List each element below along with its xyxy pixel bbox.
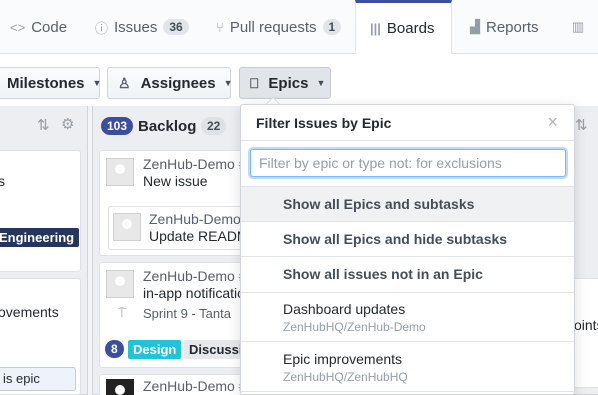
- chevron-down-icon: ▼: [316, 78, 326, 88]
- avatar: [106, 270, 134, 298]
- epics-filter-button[interactable]: ⎕ Epics ▼: [239, 67, 331, 99]
- avatar: [106, 379, 134, 395]
- issue-card[interactable]: ovements is epic: [0, 278, 81, 395]
- card-repo: ZenHub-Demo #: [143, 378, 247, 394]
- tab-pulls-label: Pull requests: [229, 18, 317, 36]
- epic-name: Epic improvements: [283, 351, 403, 367]
- dropdown-title: Filter Issues by Epic: [256, 115, 392, 131]
- epic-item[interactable]: [241, 391, 574, 394]
- tab-reports-label: Reports: [486, 18, 539, 36]
- tab-boards-label: Boards: [386, 20, 435, 37]
- epic-search-input[interactable]: [250, 149, 566, 177]
- card-repo: ZenHub-Demo #: [143, 156, 247, 172]
- graph-icon: ▟: [470, 19, 480, 34]
- boards-icon: |||: [370, 21, 381, 36]
- issues-count: 36: [163, 19, 189, 35]
- epic-filter-dropdown: Filter Issues by Epic × Show all Epics a…: [240, 104, 575, 395]
- epic-repo: ZenHubHQ/ZenHub-Demo: [283, 320, 426, 334]
- chevron-down-icon: ▼: [223, 78, 233, 88]
- repo-tab-bar: <> Code ⓘ Issues 36 ⑂ Pull requests 1 ||…: [0, 0, 598, 55]
- option-show-all-epics-subtasks[interactable]: Show all Epics and subtasks: [241, 186, 574, 221]
- tab-reports[interactable]: ▟ Reports: [470, 0, 539, 54]
- issue-icon: ⓘ: [95, 20, 109, 36]
- milestone-icon: ⍑: [118, 305, 126, 320]
- option-show-epics-hide-subtasks[interactable]: Show all Epics and hide subtasks: [241, 221, 574, 256]
- epics-filter-label: Epics: [268, 74, 309, 92]
- epic-name: Dashboard updates: [283, 301, 406, 317]
- backlog-title: Backlog: [138, 118, 197, 135]
- assignees-filter-label: Assignees: [140, 74, 216, 92]
- card-title: in-app notificatio: [143, 285, 245, 301]
- label-design: Design: [128, 340, 182, 359]
- backlog-header: 103 Backlog 22: [93, 106, 245, 146]
- tab-boards[interactable]: ||| Boards: [355, 0, 452, 55]
- dropdown-caret: [266, 97, 280, 104]
- backlog-count-badge: 103: [101, 117, 134, 135]
- close-icon[interactable]: ×: [547, 112, 558, 133]
- option-label: Show all Epics and hide subtasks: [283, 231, 508, 247]
- epic-button[interactable]: is epic: [0, 367, 76, 391]
- tab-code[interactable]: <> Code: [10, 0, 67, 54]
- avatar: [113, 213, 141, 241]
- pull-request-icon: ⑂: [216, 19, 224, 35]
- assignees-filter-button[interactable]: ♙ Assignees ▼: [107, 67, 233, 99]
- card-title: Update READM: [149, 228, 249, 244]
- backlog-pipeline: 103 Backlog 22 ZenHub-Demo # New issue Z…: [92, 106, 256, 395]
- issue-card[interactable]: ZenHub-Demo #: [99, 374, 249, 395]
- card-milestone: Sprint 9 - Tanta: [143, 306, 231, 321]
- chevron-down-icon: ▼: [92, 78, 102, 88]
- person-icon: ♙: [118, 74, 131, 91]
- card-title: s: [0, 173, 5, 189]
- project-icon: ▥: [572, 19, 585, 34]
- sort-icon[interactable]: ⇅: [575, 116, 588, 134]
- bookmark-icon: ⎕: [250, 74, 259, 91]
- pulls-count: 1: [322, 19, 342, 35]
- milestones-filter-button[interactable]: Milestones ▼: [0, 67, 102, 99]
- pipeline-header: ⇅ ⚙: [0, 106, 87, 146]
- backlog-points-badge: 22: [201, 117, 227, 135]
- issue-card[interactable]: ZenHub-Demo # in-app notificatio ⍑ Sprin…: [99, 262, 256, 368]
- gear-icon[interactable]: ⚙: [61, 115, 74, 133]
- epic-repo: ZenHubHQ/ZenHubHQ: [283, 370, 408, 384]
- card-title: New issue: [143, 173, 208, 189]
- issue-card[interactable]: ZenHub-Demo # New issue ZenHub-Demo Upda…: [99, 150, 250, 256]
- card-repo: ZenHub-Demo: [149, 211, 241, 227]
- estimate-badge: 8: [105, 340, 124, 358]
- option-show-issues-not-in-epic[interactable]: Show all issues not in an Epic: [241, 256, 574, 292]
- tab-code-label: Code: [31, 18, 68, 36]
- milestones-filter-label: Milestones: [7, 74, 85, 92]
- epic-item[interactable]: Epic improvements ZenHubHQ/ZenHubHQ: [241, 341, 574, 391]
- epic-item[interactable]: Dashboard updates ZenHubHQ/ZenHub-Demo: [241, 292, 574, 341]
- sort-icon[interactable]: ⇅: [37, 116, 50, 134]
- tab-more[interactable]: ▥: [572, 0, 590, 54]
- issue-card[interactable]: s Engineering: [0, 150, 81, 272]
- subtask-card[interactable]: ZenHub-Demo Update READM: [108, 206, 250, 250]
- label-engineering: Engineering: [0, 228, 80, 247]
- card-repo: ZenHub-Demo #: [143, 268, 247, 284]
- tab-issues-label: Issues: [114, 18, 158, 36]
- code-icon: <>: [10, 19, 26, 35]
- card-text: oints: [574, 317, 598, 333]
- option-label: Show all Epics and subtasks: [283, 196, 475, 212]
- board-filter-bar: Milestones ▼ ♙ Assignees ▼ ⎕ Epics ▼: [0, 54, 598, 106]
- card-title: ovements: [0, 304, 59, 320]
- avatar: [106, 158, 134, 186]
- pipeline-column: ⇅ ⚙ s Engineering ovements is epic: [0, 106, 88, 395]
- dropdown-header: Filter Issues by Epic ×: [241, 105, 574, 141]
- tab-pull-requests[interactable]: ⑂ Pull requests 1: [216, 0, 342, 54]
- tab-issues[interactable]: ⓘ Issues 36: [95, 0, 189, 54]
- option-label: Show all issues not in an Epic: [283, 266, 483, 282]
